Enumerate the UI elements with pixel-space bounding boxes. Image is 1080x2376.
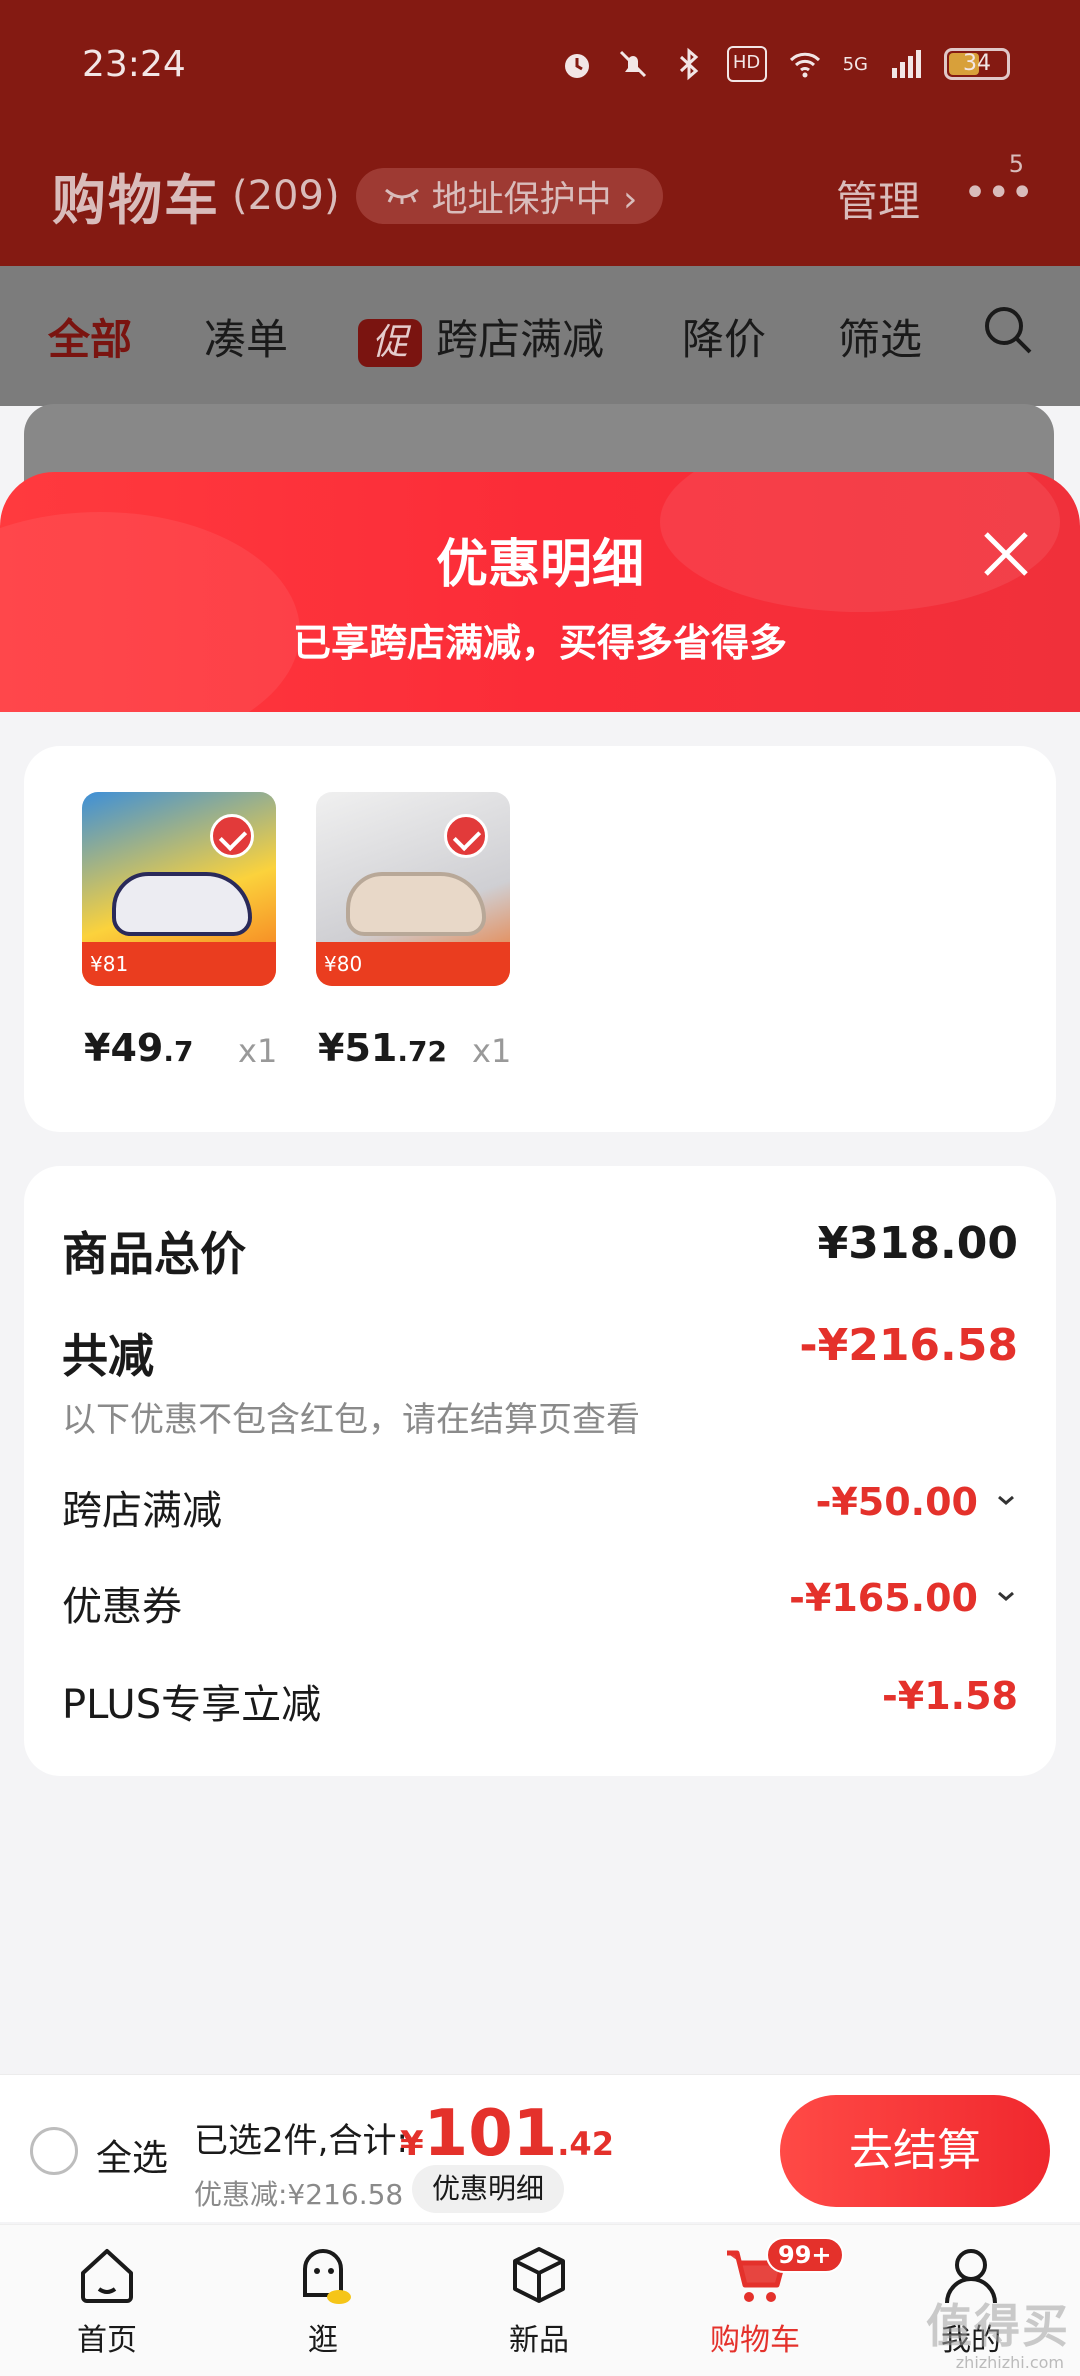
product-price: ¥51.72 [318, 1026, 447, 1070]
cart-badge: 99+ [766, 2237, 844, 2273]
checked-icon [210, 814, 254, 858]
app-header: 23:24 HD 5G 34 购物车 (209) 地址保护中 › 管理 5 ••… [0, 0, 1080, 266]
battery-icon: 34 [944, 48, 1010, 80]
chevron-down-icon [998, 1591, 1014, 1601]
wifi-icon [789, 52, 820, 78]
product-price: ¥49.7 [84, 1026, 194, 1070]
status-bar: 23:24 HD 5G 34 [0, 36, 1080, 96]
discount-detail-button[interactable]: 优惠明细 [412, 2165, 565, 2213]
watermark-logo: 值得买 [926, 2299, 1070, 2353]
home-icon [81, 2249, 133, 2303]
filter-bar: 全部 凑单 促跨店满减 降价 筛选 [0, 266, 1080, 406]
sheet-subtitle: 已享跨店满减，买得多省得多 [292, 621, 787, 665]
product-thumbnail[interactable]: ¥80 [316, 792, 510, 986]
total-price-row: 商品总价 ¥318.00 [62, 1218, 1018, 1284]
discount-value: -¥50.00 [815, 1480, 978, 1524]
tab-browse[interactable]: 逛 [248, 2239, 398, 2359]
closed-eye-icon [384, 188, 419, 204]
tab-cart[interactable]: 99+ 购物车 [680, 2237, 844, 2359]
select-all-checkbox[interactable] [30, 2127, 78, 2175]
close-icon[interactable] [976, 524, 1036, 584]
discount-value: -¥165.00 [789, 1576, 978, 1620]
tab-filter[interactable]: 筛选 [838, 306, 922, 367]
box-icon [513, 2247, 565, 2303]
tab-all[interactable]: 全部 [48, 306, 132, 367]
chevron-down-icon [998, 1495, 1014, 1505]
shoe-image [346, 872, 486, 936]
mute-bell-icon [619, 50, 646, 78]
selected-products-card: ¥81 ¥80 ¥49.7 x1 ¥51.72 x1 [24, 746, 1056, 1132]
product-tag: ¥80 [316, 942, 510, 986]
address-protection-label: 地址保护中 › [431, 178, 638, 220]
shoe-image [112, 872, 252, 936]
more-icon[interactable]: ••• [963, 170, 1034, 216]
cross-store-label: 跨店满减 [436, 315, 605, 364]
product-tag: ¥81 [82, 942, 276, 986]
discount-label: PLUS专享立减 [62, 1682, 322, 1728]
total-price-label: 商品总价 [62, 1227, 246, 1281]
selected-count-text: 已选2件,合计: [194, 2121, 408, 2161]
signal-icon [892, 50, 921, 78]
cart-count: (209) [232, 172, 340, 219]
discount-sheet-header: 优惠明细 已享跨店满减，买得多省得多 [0, 472, 1080, 712]
discount-row-coupon[interactable]: 优惠券 -¥165.00 [62, 1574, 1018, 1632]
alarm-icon [564, 54, 589, 78]
discount-summary-card: 商品总价 ¥318.00 共减 -¥216.58 以下优惠不包含红包，请在结算页… [24, 1166, 1056, 1776]
discount-label: 跨店满减 [62, 1488, 222, 1534]
product-quantity: x1 [238, 1032, 278, 1070]
discount-row-plus: PLUS专享立减 -¥1.58 [62, 1672, 1018, 1730]
total-reduce-row: 共减 -¥216.58 以下优惠不包含红包，请在结算页查看 [62, 1320, 1018, 1441]
tab-home[interactable]: 首页 [32, 2239, 182, 2359]
checked-icon [444, 814, 488, 858]
page-title: 购物车 [52, 169, 220, 232]
discount-value: -¥1.58 [882, 1674, 1018, 1718]
product-thumbnail[interactable]: ¥81 [82, 792, 276, 986]
watermark-url: zhizhizhi.com [955, 2353, 1064, 2372]
status-time: 23:24 [82, 44, 186, 85]
total-reduce-value: -¥216.58 [799, 1320, 1018, 1371]
hd-icon: HD [726, 46, 767, 82]
reduce-note: 以下优惠不包含红包，请在结算页查看 [62, 1400, 640, 1440]
checkout-button[interactable]: 去结算 [780, 2095, 1050, 2207]
address-protection-button[interactable]: 地址保护中 › [355, 167, 664, 224]
bluetooth-icon [679, 47, 698, 81]
discount-row-cross-store[interactable]: 跨店满减 -¥50.00 [62, 1478, 1018, 1536]
select-all-label[interactable]: 全选 [96, 2129, 168, 2181]
product-quantity: x1 [472, 1032, 512, 1070]
sheet-title: 优惠明细 [435, 535, 644, 595]
checkout-bar: 全选 已选2件,合计: ¥101.42 优惠减:¥216.58 优惠明细 去结算 [0, 2074, 1080, 2222]
total-amount: ¥101.42 [400, 2097, 614, 2171]
bottom-tab-bar: 首页 逛 新品 99+ 购物车 我的 值得买 zhizhizhi.com [0, 2224, 1080, 2376]
tab-cross-store[interactable]: 促跨店满减 [358, 306, 604, 367]
status-icons: HD 5G 34 [559, 46, 1010, 82]
discount-amount-text: 优惠减:¥216.58 [194, 2178, 404, 2211]
network-label: 5G [842, 53, 868, 75]
total-price-value: ¥318.00 [817, 1218, 1018, 1269]
tab-price-drop[interactable]: 降价 [682, 306, 766, 367]
cart-header: 购物车 (209) 地址保护中 › [52, 156, 664, 235]
manage-button[interactable]: 管理 [836, 168, 920, 229]
discount-label: 优惠券 [62, 1584, 182, 1630]
tab-combine[interactable]: 凑单 [204, 306, 288, 367]
promo-badge: 促 [358, 318, 422, 367]
search-icon[interactable] [980, 302, 1036, 358]
tab-new[interactable]: 新品 [464, 2239, 614, 2359]
mascot-icon [303, 2249, 351, 2304]
